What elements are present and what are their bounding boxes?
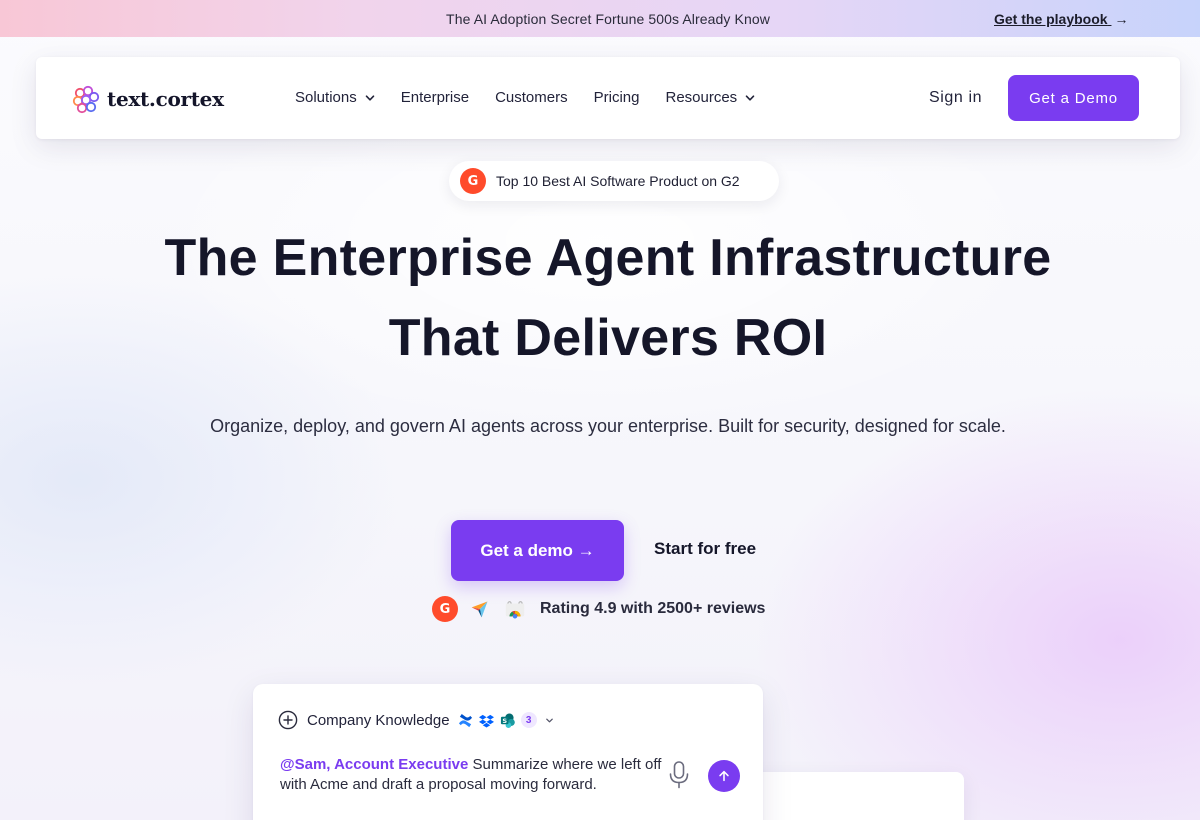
dropbox-icon — [479, 712, 495, 728]
announcement-bar: The AI Adoption Secret Fortune 500s Alre… — [0, 0, 1200, 37]
chrome-web-store-icon — [502, 596, 528, 622]
company-knowledge-selector[interactable]: Company Knowledge S 3 — [278, 710, 554, 730]
chat-prompt-text[interactable]: @Sam, Account Executive Summarize where … — [280, 755, 672, 795]
hero-subtitle: Organize, deploy, and govern AI agents a… — [210, 416, 1006, 436]
rating-text: Rating 4.9 with 2500+ reviews — [540, 600, 766, 617]
nav-item-customers[interactable]: Customers — [495, 89, 568, 106]
rating-row: G Rating 4.9 with 2500+ reviews — [432, 596, 765, 622]
playbook-link-label[interactable]: Get the playbook — [994, 11, 1108, 27]
nav-item-label: Resources — [665, 89, 738, 106]
sharepoint-icon: S — [500, 712, 516, 728]
nav-item-label: Enterprise — [400, 89, 470, 106]
nav-item-label: Solutions — [295, 89, 357, 106]
g2-icon: G — [432, 596, 458, 622]
hero-title-line-1: The Enterprise Agent Infrastructure — [164, 229, 1052, 287]
start-for-free-link[interactable]: Start for free — [654, 539, 756, 559]
chevron-down-icon — [365, 94, 375, 101]
playbook-link[interactable]: Get the playbook → — [994, 11, 1128, 27]
microphone-icon[interactable] — [667, 760, 691, 790]
plus-circle-icon — [278, 710, 298, 730]
logo-wordmark: text.cortex — [107, 87, 224, 111]
get-a-demo-button[interactable]: Get a Demo — [1008, 75, 1139, 121]
svg-text:S: S — [502, 716, 507, 724]
capterra-icon — [467, 596, 493, 622]
hero-title-line-2: That Delivers ROI — [388, 309, 828, 367]
nav-item-pricing[interactable]: Pricing — [594, 89, 640, 106]
company-knowledge-label: Company Knowledge — [307, 711, 450, 729]
integration-count-badge: 3 — [520, 712, 537, 728]
textcortex-logo[interactable]: text.cortex — [71, 84, 224, 114]
arrow-up-icon — [719, 770, 729, 782]
mention-tag: @Sam, Account Executive — [280, 756, 469, 773]
main-navbar: text.cortex Solutions Enterprise Custome… — [36, 57, 1180, 139]
integration-icons: S 3 — [458, 712, 537, 728]
nav-item-label: Customers — [495, 89, 568, 106]
chat-input-card: Company Knowledge S 3 @Sam, Account Exec… — [253, 684, 763, 820]
send-button[interactable] — [708, 760, 740, 792]
hero-title: The Enterprise Agent Infrastructure That… — [0, 218, 1200, 378]
chevron-down-icon — [745, 94, 755, 101]
g2-icon: G — [460, 168, 486, 194]
g2-award-badge[interactable]: G Top 10 Best AI Software Product on G2 — [449, 161, 779, 201]
sign-in-link[interactable]: Sign in — [929, 89, 982, 107]
nav-item-label: Pricing — [593, 89, 640, 106]
nav-links: Solutions Enterprise Customers Pricing R… — [295, 89, 781, 106]
brain-logo-icon — [72, 85, 100, 114]
nav-item-solutions[interactable]: Solutions — [295, 89, 375, 106]
get-demo-button[interactable]: Get a demo → — [451, 520, 624, 581]
nav-item-enterprise[interactable]: Enterprise — [401, 89, 469, 106]
nav-item-resources[interactable]: Resources — [665, 89, 755, 106]
chevron-down-icon — [545, 718, 553, 722]
badge-text: Top 10 Best AI Software Product on G2 — [496, 173, 740, 189]
arrow-right-icon: → — [1114, 11, 1129, 27]
confluence-icon — [458, 712, 474, 728]
